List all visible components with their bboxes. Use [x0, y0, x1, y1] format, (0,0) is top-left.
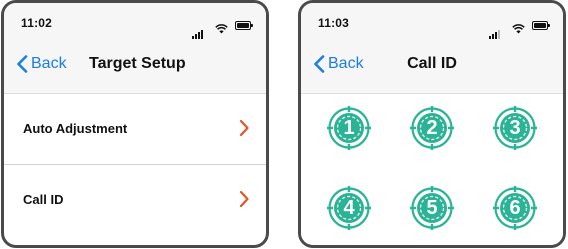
status-time: 11:03 [318, 16, 350, 30]
target-number: 4 [343, 197, 355, 219]
navigation-header: 11:03 Back Call ID [301, 3, 563, 94]
phone-screen-call-id: 11:03 Back Call ID 1 2 3 4 5 6 [298, 0, 566, 248]
target-button-4[interactable]: 4 [327, 186, 371, 230]
target-number: 6 [509, 197, 521, 219]
chevron-right-icon [239, 190, 249, 208]
status-icons [489, 17, 550, 39]
settings-list: Auto Adjustment Call ID [4, 94, 266, 225]
status-icons [192, 17, 253, 39]
wifi-icon [511, 21, 525, 34]
target-button-3[interactable]: 3 [493, 106, 537, 150]
wifi-icon [214, 21, 228, 34]
chevron-right-icon [239, 119, 249, 137]
target-number: 1 [343, 117, 355, 139]
signal-icon [489, 21, 504, 39]
list-item-auto-adjustment[interactable]: Auto Adjustment [4, 94, 266, 165]
status-time: 11:02 [21, 16, 53, 30]
battery-icon [235, 21, 253, 31]
battery-icon [532, 21, 550, 31]
phone-screen-target-setup: 11:02 Back Target Setup Auto Adjustment … [1, 0, 269, 248]
target-number: 5 [426, 197, 438, 219]
target-button-6[interactable]: 6 [493, 186, 537, 230]
list-item-call-id[interactable]: Call ID [4, 165, 266, 225]
target-button-2[interactable]: 2 [410, 106, 454, 150]
chevron-left-icon [17, 55, 28, 73]
signal-icon [192, 21, 207, 39]
target-number: 2 [426, 117, 438, 139]
back-button-label: Back [31, 55, 67, 72]
target-number: 3 [509, 117, 521, 139]
navigation-header: 11:02 Back Target Setup [4, 3, 266, 94]
page-title: Target Setup [89, 55, 186, 72]
target-button-1[interactable]: 1 [327, 106, 371, 150]
target-grid: 1 2 3 4 5 6 [301, 94, 563, 244]
back-button[interactable]: Back [16, 54, 67, 74]
target-button-5[interactable]: 5 [410, 186, 454, 230]
list-item-label: Call ID [23, 192, 64, 207]
page-title: Call ID [407, 55, 457, 72]
list-item-label: Auto Adjustment [23, 121, 128, 136]
